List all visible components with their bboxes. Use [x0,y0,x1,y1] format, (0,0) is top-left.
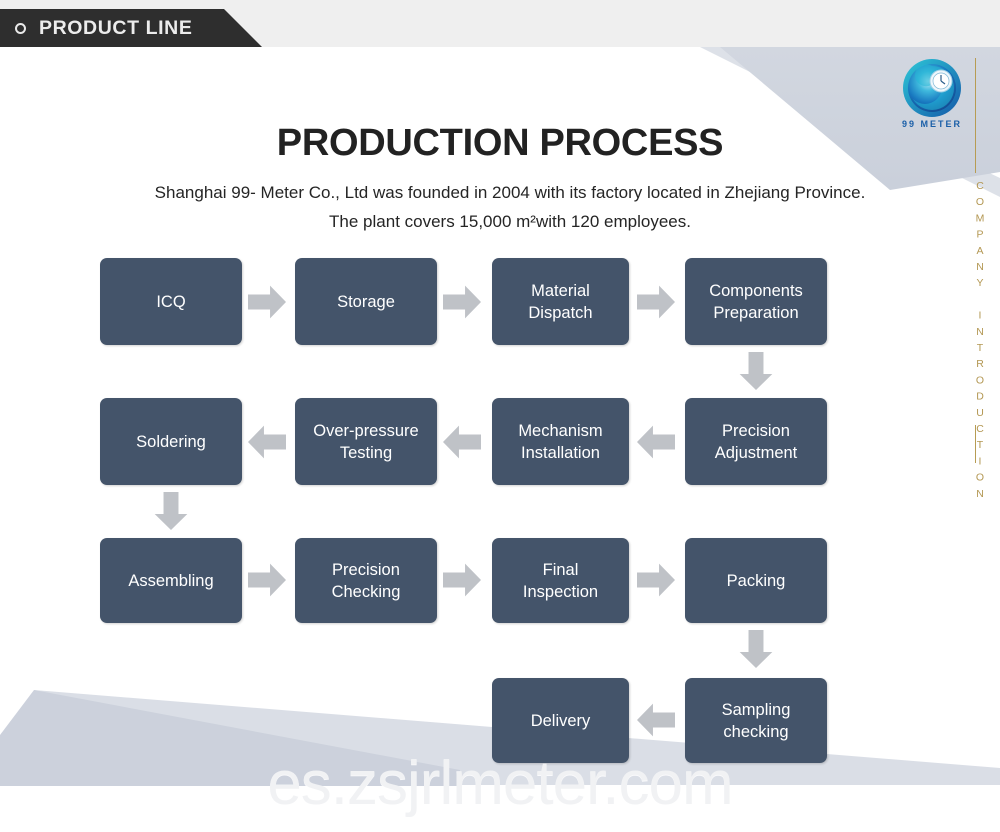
flow-box-precision-checking[interactable]: Precision Checking [295,538,437,623]
flow-box-label: ICQ [156,292,186,311]
flow-box-label-line2: Preparation [713,303,799,322]
flow-box-label: Precision Adjustment [715,420,798,464]
flow-box-material-dispatch[interactable]: Material Dispatch [492,258,629,345]
flow-box-assembling[interactable]: Assembling [100,538,242,623]
side-rule-bottom [975,425,976,463]
flow-box-label: Final Inspection [523,559,598,603]
flow-box-final-inspection[interactable]: Final Inspection [492,538,629,623]
flow-box-label-line1: Components [709,281,803,300]
page-title: PRODUCTION PROCESS [276,122,724,164]
flow-box-mechanism-installation[interactable]: Mechanism Installation [492,398,629,485]
flow-box-label: Mechanism Installation [518,420,602,464]
flow-box-label-line2: checking [723,722,789,741]
flow-box-icq[interactable]: ICQ [100,258,242,345]
flow-box-label: Soldering [136,432,206,451]
flow-box-sampling-checking[interactable]: Sampling checking [685,678,827,763]
flow-box-label-line2: Dispatch [528,303,593,322]
flow-box-label-line2: Inspection [522,582,599,601]
flow-box-storage[interactable]: Storage [295,258,437,345]
arrow-icq-to-storage [248,285,286,319]
flow-box-label-line1: Over-pressure [313,421,419,440]
arrow-precision-checking-to-final-inspection [443,563,481,597]
flow-box-label-line1: Sampling [721,700,791,719]
flow-box-packing[interactable]: Packing [685,538,827,623]
arrow-assembling-to-precision-checking [248,563,286,597]
flow-box-label-line2: Checking [331,582,401,601]
circle-outline-icon [15,22,26,34]
flow-box-label: Packing [726,571,786,590]
product-line-banner: PRODUCT LINE [0,9,262,47]
flow-box-label-line1: Final [542,560,579,579]
arrow-final-inspection-to-packing [637,563,675,597]
flow-box-precision-adjustment[interactable]: Precision Adjustment [685,398,827,485]
page-subtitle: Shanghai 99- Meter Co., Ltd was founded … [154,183,866,231]
arrow-material-dispatch-to-components [637,285,675,319]
flow-box-label: Storage [337,292,395,311]
flow-box-label-line1: Material [531,281,590,300]
arrow-soldering-to-assembling [154,492,188,530]
flow-box-label: Assembling [128,571,214,590]
flow-box-label: Precision Checking [332,559,401,603]
flow-box-label-line2: Installation [521,443,600,462]
arrow-packing-to-sampling-checking [739,630,773,668]
product-line-label: PRODUCT LINE [39,16,193,39]
side-vertical-label: COMPANY INTRODUCTION [974,180,986,504]
arrow-mechanism-to-over-pressure [443,425,481,459]
flow-box-over-pressure-testing[interactable]: Over-pressure Testing [295,398,437,485]
flow-box-label-line1: Precision [332,560,400,579]
flow-box-label-line2: Adjustment [714,443,798,462]
flow-box-label: Delivery [530,711,591,730]
flow-box-label: Sampling checking [722,699,791,743]
arrow-sampling-checking-to-delivery [637,703,675,737]
arrow-storage-to-material-dispatch [443,285,481,319]
arrow-components-to-precision-adjustment [739,352,773,390]
flow-box-components-preparation[interactable]: Components Preparation [685,258,827,345]
production-process-page: PRODUCT LINE 99 METER COMPANY INTRODUCTI… [0,0,1000,832]
flow-box-soldering[interactable]: Soldering [100,398,242,485]
header-strip: PRODUCT LINE [0,0,1000,47]
flow-box-delivery[interactable]: Delivery [492,678,629,763]
flow-box-label: Material Dispatch [528,280,592,324]
flow-box-label: Components Preparation [709,280,803,324]
flow-box-label-line1: Precision [722,421,790,440]
flow-box-label: Over-pressure Testing [313,420,418,464]
flow-box-label-line2: Testing [339,443,393,462]
flow-box-label-line1: Mechanism [518,421,603,440]
arrow-precision-adjustment-to-mechanism [637,425,675,459]
arrow-over-pressure-to-soldering [248,425,286,459]
